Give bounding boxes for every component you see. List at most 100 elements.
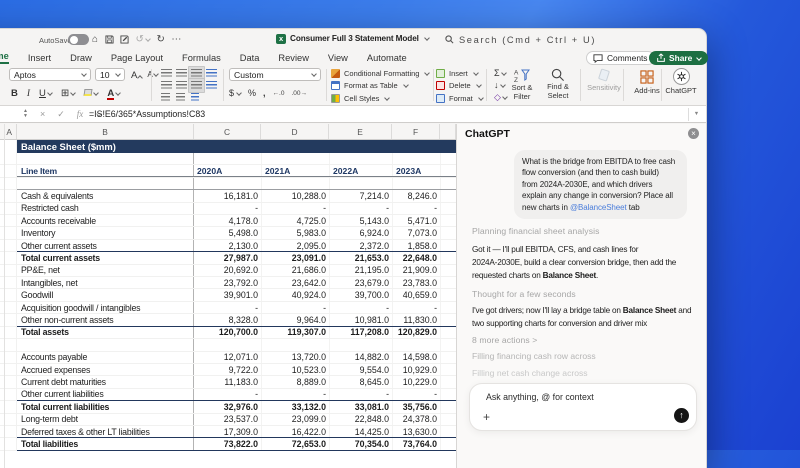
- conditional-formatting-icon: [331, 68, 340, 78]
- formula-bar[interactable]: ▲ ▼ × ✓ fx =IS!E6/365*Assumptions!C83 ▼: [0, 105, 706, 123]
- enter-icon[interactable]: ✓: [57, 109, 65, 120]
- sheet-row[interactable]: Accounts payable 12,071.0 13,720.0 14,882.0…: [0, 351, 456, 364]
- shrink-font-button[interactable]: A: [147, 70, 159, 81]
- column-header-D[interactable]: D: [261, 124, 329, 139]
- tab-automate[interactable]: Automate: [367, 53, 407, 63]
- chat-input[interactable]: Ask anything, @ for context + ↑: [469, 383, 697, 431]
- tab-draw[interactable]: Draw: [70, 53, 92, 63]
- tab-insert[interactable]: Insert: [28, 53, 51, 63]
- conditional-formatting-button[interactable]: Conditional Formatting: [331, 68, 431, 78]
- column-header-clipped: [440, 124, 456, 139]
- format-as-table-button[interactable]: Format as Table: [331, 81, 429, 91]
- sheet-row[interactable]: Intangibles, net 23,792.0 23,642.0 23,679.0…: [0, 277, 456, 290]
- sheet-row[interactable]: Total assets 120,700.0 119,307.0 117,208.0 1…: [0, 325, 456, 340]
- column-header-B[interactable]: B: [17, 124, 194, 139]
- sheet-row[interactable]: Accounts receivable 4,178.0 4,725.0 5,143.0…: [0, 215, 456, 228]
- autosave-toggle[interactable]: [68, 34, 89, 45]
- sheet-row[interactable]: Total liabilities 73,822.0 72,653.0 70,354.…: [0, 437, 456, 451]
- share-icon: [657, 53, 665, 62]
- sheet-row[interactable]: Inventory 5,498.0 5,983.0 6,924.0 7,073.0: [0, 227, 456, 240]
- tab-data[interactable]: Data: [240, 53, 260, 63]
- excel-icon: x: [276, 33, 286, 44]
- search-icon: [445, 35, 454, 44]
- comments-button[interactable]: Comments: [586, 51, 655, 65]
- close-icon[interactable]: ×: [688, 128, 699, 139]
- fill-color-button[interactable]: [83, 89, 93, 96]
- column-header-C[interactable]: C: [194, 124, 261, 139]
- spreadsheet[interactable]: ABCDEF Balance Sheet ($mm) Line Item 2020A…: [0, 124, 456, 468]
- more-actions-link[interactable]: 8 more actions >: [472, 335, 537, 345]
- sheet-row[interactable]: Total current liabilities 32,976.0 33,132.…: [0, 400, 456, 414]
- sheet-row[interactable]: Balance Sheet ($mm): [0, 140, 456, 153]
- delete-cells-button[interactable]: Delete: [436, 81, 483, 91]
- grow-font-button[interactable]: A: [131, 70, 144, 81]
- font-name-select[interactable]: Aptos: [9, 68, 91, 81]
- sheet-row[interactable]: [0, 153, 456, 166]
- alignment-group[interactable]: [159, 67, 219, 103]
- find-select-button[interactable]: Find & Select: [538, 68, 578, 100]
- column-header-E[interactable]: E: [329, 124, 392, 139]
- sheet-row[interactable]: PP&E, net 20,692.0 21,686.0 21,195.0 21,909.…: [0, 264, 456, 278]
- chatgpt-pane: ChatGPT × What is the bridge from EBITDA…: [456, 124, 706, 468]
- share-button[interactable]: Share: [649, 51, 709, 65]
- status-thought: Thought for a few seconds: [472, 289, 576, 299]
- insert-cells-button[interactable]: Insert: [436, 68, 483, 78]
- formula-text[interactable]: =IS!E6/365*Assumptions!C83: [89, 106, 205, 122]
- cancel-icon[interactable]: ×: [40, 109, 45, 119]
- sheet-row[interactable]: Total current assets 27,987.0 23,091.0 21,6…: [0, 251, 456, 265]
- sheet-row[interactable]: Cash & equivalents 16,181.0 10,288.0 7,214.…: [0, 189, 456, 203]
- sort-filter-label: Sort & Filter: [511, 83, 533, 101]
- more-icon[interactable]: ⋯: [171, 33, 181, 46]
- sheet-row[interactable]: Line Item 2020A 2021A 2022A 2023A: [0, 165, 456, 178]
- sheet-row[interactable]: Restricted cash - - - -: [0, 202, 456, 216]
- undo-icon[interactable]: ↺: [136, 33, 151, 46]
- tab-home[interactable]: Home: [0, 51, 9, 64]
- font-size-select[interactable]: 10: [95, 68, 125, 81]
- decrease-decimal-button[interactable]: .00→: [291, 90, 307, 97]
- home-icon[interactable]: ⌂: [92, 33, 98, 46]
- sort-filter-button[interactable]: AZ Sort & Filter: [502, 68, 542, 101]
- format-cells-button[interactable]: Format: [436, 93, 484, 103]
- number-format-select[interactable]: Custom: [229, 68, 321, 81]
- svg-text:A: A: [514, 70, 519, 77]
- status-planning: Planning financial sheet analysis: [472, 226, 600, 236]
- percent-button[interactable]: %: [248, 88, 256, 98]
- tab-view[interactable]: View: [328, 53, 348, 63]
- send-button[interactable]: ↑: [674, 408, 689, 423]
- bold-button[interactable]: B: [11, 88, 18, 99]
- underline-button[interactable]: U: [39, 88, 46, 99]
- sheet-row[interactable]: Acquisition goodwill / intangibles - - - -: [0, 301, 456, 315]
- redo-icon[interactable]: ↻: [156, 33, 164, 46]
- currency-button[interactable]: $: [229, 88, 234, 98]
- column-headers[interactable]: ABCDEF: [0, 124, 456, 140]
- tab-page-layout[interactable]: Page Layout: [111, 53, 163, 63]
- column-header-F[interactable]: F: [392, 124, 440, 139]
- cell-styles-button[interactable]: Cell Styles: [331, 93, 429, 103]
- sort-filter-icon: AZ: [514, 69, 530, 83]
- find-select-icon: [551, 68, 564, 81]
- font-color-button[interactable]: A: [107, 88, 115, 100]
- ribbon: Aptos 10 A A B I U ⊞ A Custom $ % ,: [0, 66, 706, 105]
- italic-button[interactable]: I: [27, 89, 30, 99]
- borders-button[interactable]: ⊞: [61, 88, 69, 99]
- document-title[interactable]: x Consumer Full 3 Statement Model: [276, 33, 430, 44]
- fx-icon[interactable]: fx: [77, 109, 84, 119]
- save-icon[interactable]: [104, 34, 114, 44]
- search-field[interactable]: Search (Cmd + Ctrl + U): [445, 35, 596, 45]
- chatgpt-button[interactable]: ChatGPT: [660, 68, 702, 95]
- increase-decimal-button[interactable]: ←.0: [273, 90, 285, 97]
- save-as-icon[interactable]: [120, 34, 129, 44]
- comma-button[interactable]: ,: [263, 88, 266, 98]
- name-box-spinner[interactable]: ▲ ▼: [23, 109, 28, 119]
- sheet-row[interactable]: Goodwill 39,901.0 40,924.0 39,700.0 40,659.0: [0, 289, 456, 302]
- tab-review[interactable]: Review: [278, 53, 308, 63]
- sheet-row[interactable]: Long-term debt 23,537.0 23,099.0 22,848.0 24…: [0, 413, 456, 426]
- sheet-row[interactable]: Accrued expenses 9,722.0 10,523.0 9,554.0 10…: [0, 363, 456, 377]
- formula-bar-expand[interactable]: ▼: [688, 108, 704, 121]
- find-select-label: Find & Select: [547, 82, 569, 100]
- chatgpt-pane-title: ChatGPT: [465, 128, 510, 140]
- sheet-row[interactable]: Current debt maturities 11,183.0 8,889.0 8,…: [0, 376, 456, 389]
- tab-formulas[interactable]: Formulas: [182, 53, 221, 63]
- sheet-row[interactable]: [0, 339, 456, 352]
- attach-button[interactable]: +: [483, 410, 490, 424]
